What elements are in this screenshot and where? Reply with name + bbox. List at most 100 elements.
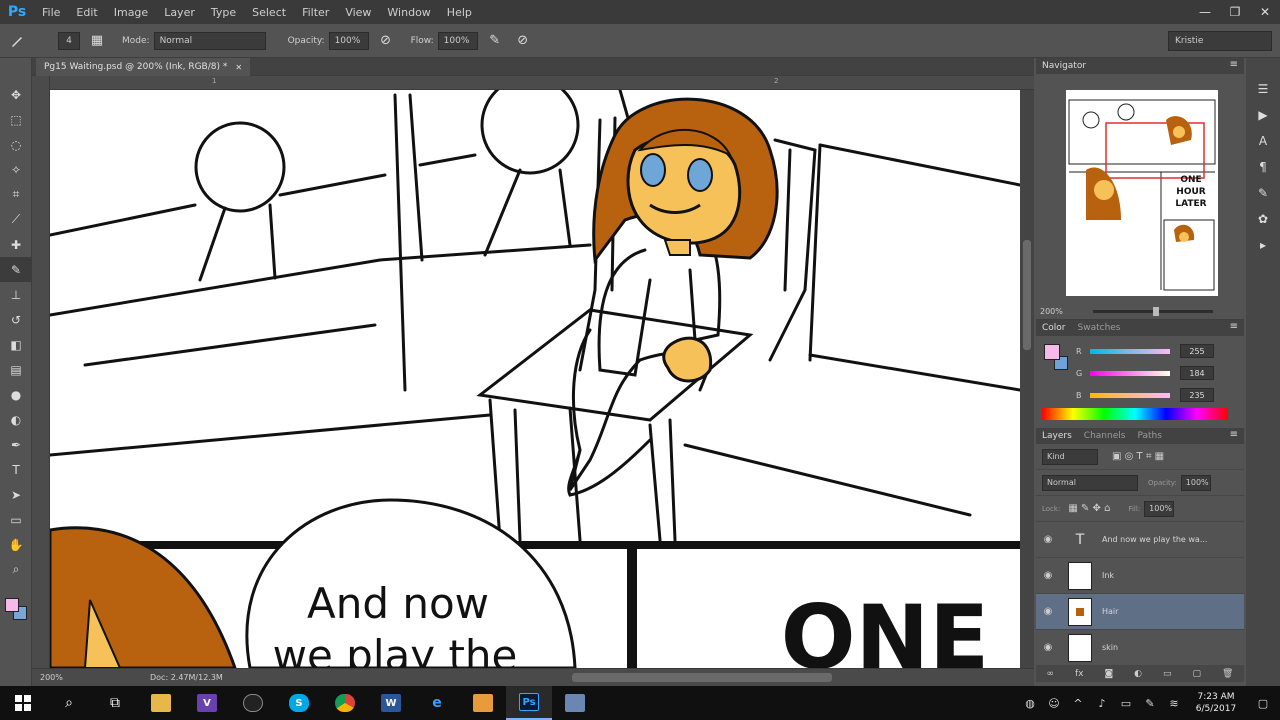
- color-tab[interactable]: Color: [1042, 323, 1066, 333]
- chrome-icon[interactable]: [322, 686, 368, 720]
- link-layers-icon[interactable]: ∞: [1046, 669, 1054, 679]
- steam-icon[interactable]: [230, 686, 276, 720]
- opacity-input[interactable]: 100%: [328, 31, 369, 50]
- eraser-icon[interactable]: ◧: [0, 332, 32, 357]
- layers-tab[interactable]: Layers: [1042, 431, 1072, 441]
- document-tab-close-icon[interactable]: ✕: [235, 63, 242, 72]
- group-icon[interactable]: ▭: [1163, 669, 1172, 679]
- panel-menu-icon[interactable]: ≡: [1230, 321, 1238, 332]
- search-icon[interactable]: ⌕: [46, 686, 92, 720]
- menu-type[interactable]: Type: [203, 6, 244, 19]
- menu-edit[interactable]: Edit: [68, 6, 105, 19]
- zoom-status[interactable]: 200%: [40, 673, 80, 682]
- quick-select-icon[interactable]: ✧: [0, 157, 32, 182]
- panel-menu-icon[interactable]: ≡: [1230, 429, 1238, 440]
- menu-image[interactable]: Image: [106, 6, 156, 19]
- photoshop-taskbar-icon[interactable]: Ps: [506, 686, 552, 720]
- eye-icon[interactable]: ◉: [1036, 534, 1060, 545]
- airbrush-icon[interactable]: ✎: [484, 30, 506, 52]
- gradient-icon[interactable]: ▤: [0, 357, 32, 382]
- navigator-tab[interactable]: Navigator: [1042, 61, 1086, 71]
- paragraph-panel-icon[interactable]: ¶: [1246, 154, 1280, 180]
- brush-preset-icon[interactable]: [6, 30, 28, 52]
- color-r-slider[interactable]: [1090, 348, 1170, 354]
- word-icon[interactable]: W: [368, 686, 414, 720]
- flow-input[interactable]: 100%: [437, 31, 478, 50]
- workspace-select[interactable]: Kristie: [1168, 31, 1272, 51]
- task-view-icon[interactable]: ⧉: [92, 686, 138, 720]
- layer-row[interactable]: ◉ Ink: [1036, 558, 1244, 594]
- brush-presets-icon[interactable]: ✿: [1246, 206, 1280, 232]
- layer-row-selected[interactable]: ◉ Hair: [1036, 594, 1244, 630]
- menu-help[interactable]: Help: [439, 6, 480, 19]
- brush-icon[interactable]: ✎: [0, 257, 32, 282]
- history-panel-icon[interactable]: ☰: [1246, 76, 1280, 102]
- mode-select[interactable]: Normal: [153, 31, 266, 50]
- menu-window[interactable]: Window: [379, 6, 438, 19]
- hand-icon[interactable]: ✋: [0, 532, 32, 557]
- color-spectrum[interactable]: [1042, 408, 1228, 420]
- vertical-scrollbar[interactable]: [1020, 90, 1034, 668]
- visual-studio-icon[interactable]: V: [184, 686, 230, 720]
- layer-blend-mode[interactable]: Normal: [1042, 474, 1138, 491]
- person-icon[interactable]: ☺: [1042, 697, 1066, 710]
- pen-icon[interactable]: ✒: [0, 432, 32, 457]
- wifi-icon[interactable]: ≋: [1162, 697, 1186, 710]
- character-panel-icon[interactable]: A: [1246, 128, 1280, 154]
- lasso-icon[interactable]: ◌: [0, 132, 32, 157]
- eye-icon[interactable]: ◉: [1036, 570, 1060, 581]
- trash-icon[interactable]: 🗑: [1222, 669, 1233, 679]
- network-globe-icon[interactable]: ◍: [1018, 697, 1042, 710]
- stamp-icon[interactable]: ⊥: [0, 282, 32, 307]
- navigator-zoom-slider-knob[interactable]: [1152, 307, 1159, 316]
- paths-tab[interactable]: Paths: [1137, 431, 1161, 441]
- crop-icon[interactable]: ⌗: [0, 182, 32, 207]
- color-b-value[interactable]: 235: [1180, 388, 1214, 402]
- notifications-icon[interactable]: ▢: [1246, 697, 1280, 710]
- layer-style-icon[interactable]: fx: [1075, 669, 1084, 679]
- actions-panel-icon[interactable]: ▶: [1246, 102, 1280, 128]
- navigator-thumbnail[interactable]: ONE HOUR LATER: [1066, 90, 1218, 296]
- eye-icon[interactable]: ◉: [1036, 606, 1060, 617]
- layer-filter-icons[interactable]: ▣ ◎ T ⌗ ▦: [1112, 451, 1164, 462]
- brush-panel-icon[interactable]: ▦: [86, 30, 108, 52]
- menu-select[interactable]: Select: [244, 6, 294, 19]
- windows-start-icon[interactable]: [0, 686, 46, 720]
- menu-layer[interactable]: Layer: [156, 6, 203, 19]
- file-explorer-icon[interactable]: [138, 686, 184, 720]
- color-g-slider[interactable]: [1090, 370, 1170, 376]
- edge-icon[interactable]: e: [414, 686, 460, 720]
- shape-icon[interactable]: ▭: [0, 507, 32, 532]
- layer-filter-kind[interactable]: Kind: [1042, 448, 1098, 465]
- document-tab[interactable]: Pg15 Waiting.psd @ 200% (Ink, RGB/8) * ✕: [36, 58, 251, 76]
- healing-icon[interactable]: ✚: [0, 232, 32, 257]
- vertical-scrollbar-thumb[interactable]: [1023, 240, 1031, 350]
- horizontal-scrollbar-thumb[interactable]: [572, 673, 832, 682]
- swatches-tab[interactable]: Swatches: [1078, 323, 1121, 333]
- layer-opacity-input[interactable]: 100%: [1180, 474, 1211, 491]
- foreground-color-swatch[interactable]: [5, 598, 19, 612]
- eyedropper-icon[interactable]: ⟋: [0, 207, 32, 232]
- pressure-opacity-icon[interactable]: ⊘: [375, 30, 397, 52]
- menu-filter[interactable]: Filter: [294, 6, 337, 19]
- color-b-slider[interactable]: [1090, 392, 1170, 398]
- brush-size-box[interactable]: 4: [58, 31, 80, 50]
- lock-icons[interactable]: ▦ ✎ ✥ ⌂: [1068, 503, 1110, 514]
- color-foreground-swatch[interactable]: [1044, 344, 1060, 360]
- minimize-button[interactable]: —: [1190, 0, 1220, 24]
- chevron-up-icon[interactable]: ^: [1066, 697, 1090, 710]
- media-icon[interactable]: [460, 686, 506, 720]
- layer-row[interactable]: ◉ T And now we play the wa...: [1036, 522, 1244, 558]
- brush-panel-icon[interactable]: ✎: [1246, 180, 1280, 206]
- panel-menu-icon[interactable]: ≡: [1230, 59, 1238, 70]
- zoom-icon[interactable]: ⌕: [0, 557, 32, 582]
- pressure-size-icon[interactable]: ⊘: [512, 30, 534, 52]
- path-select-icon[interactable]: ➤: [0, 482, 32, 507]
- navigator-zoom-value[interactable]: 200%: [1040, 307, 1063, 316]
- marquee-icon[interactable]: ⬚: [0, 107, 32, 132]
- taskbar-clock[interactable]: 7:23 AM 6/5/2017: [1186, 691, 1246, 715]
- close-button[interactable]: ✕: [1250, 0, 1280, 24]
- menu-view[interactable]: View: [337, 6, 379, 19]
- color-g-value[interactable]: 184: [1180, 366, 1214, 380]
- layer-row[interactable]: ◉ skin: [1036, 630, 1244, 666]
